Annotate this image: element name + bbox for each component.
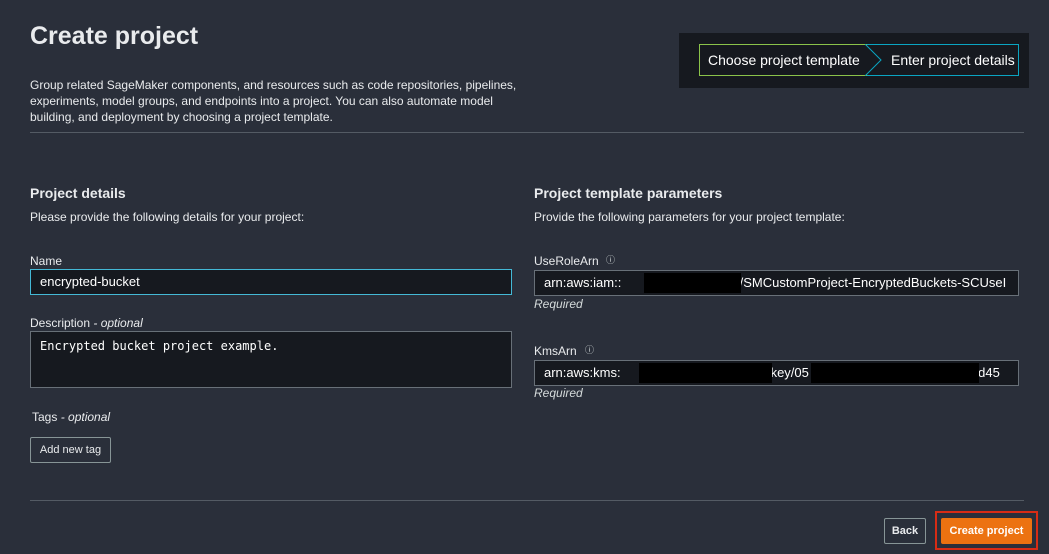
use-role-arn-input[interactable]: arn:aws:iam:::role/SMCustomProject-Encry… [534, 270, 1019, 296]
redaction-block [644, 273, 741, 293]
page-description: Group related SageMaker components, and … [30, 78, 517, 124]
description-label: Description - optional [30, 316, 143, 330]
description-textarea[interactable]: Encrypted bucket project example. [30, 331, 512, 388]
header-divider [30, 132, 1024, 133]
add-new-tag-button[interactable]: Add new tag [30, 437, 111, 463]
redaction-block [639, 363, 772, 383]
step-chevron-icon [865, 44, 882, 76]
page-title: Create project [30, 22, 199, 50]
project-details-subtitle: Please provide the following details for… [30, 210, 305, 224]
footer-divider [30, 500, 1024, 501]
info-icon[interactable]: ⓘ [585, 343, 594, 356]
use-role-arn-required: Required [534, 297, 583, 311]
template-params-title: Project template parameters [534, 185, 723, 201]
name-input[interactable]: encrypted-bucket [30, 269, 512, 295]
kms-arn-input[interactable]: arn:aws:kms: key/05 bd45 [534, 360, 1019, 386]
kms-arn-required: Required [534, 386, 583, 400]
info-icon[interactable]: ⓘ [606, 253, 615, 266]
kms-arn-label: KmsArn [534, 344, 577, 358]
template-params-subtitle: Provide the following parameters for you… [534, 210, 845, 224]
use-role-arn-label: UseRoleArn [534, 254, 599, 268]
back-button[interactable]: Back [884, 518, 926, 544]
name-label: Name [30, 254, 63, 268]
step-choose-template[interactable]: Choose project template [699, 44, 867, 76]
create-project-button[interactable]: Create project [941, 518, 1032, 544]
wizard-steps: Choose project template Enter project de… [679, 33, 1029, 88]
tags-label: Tags - optional [32, 410, 111, 424]
project-details-title: Project details [30, 185, 126, 201]
redaction-block [811, 363, 979, 383]
step-enter-details[interactable]: Enter project details [867, 44, 1019, 76]
